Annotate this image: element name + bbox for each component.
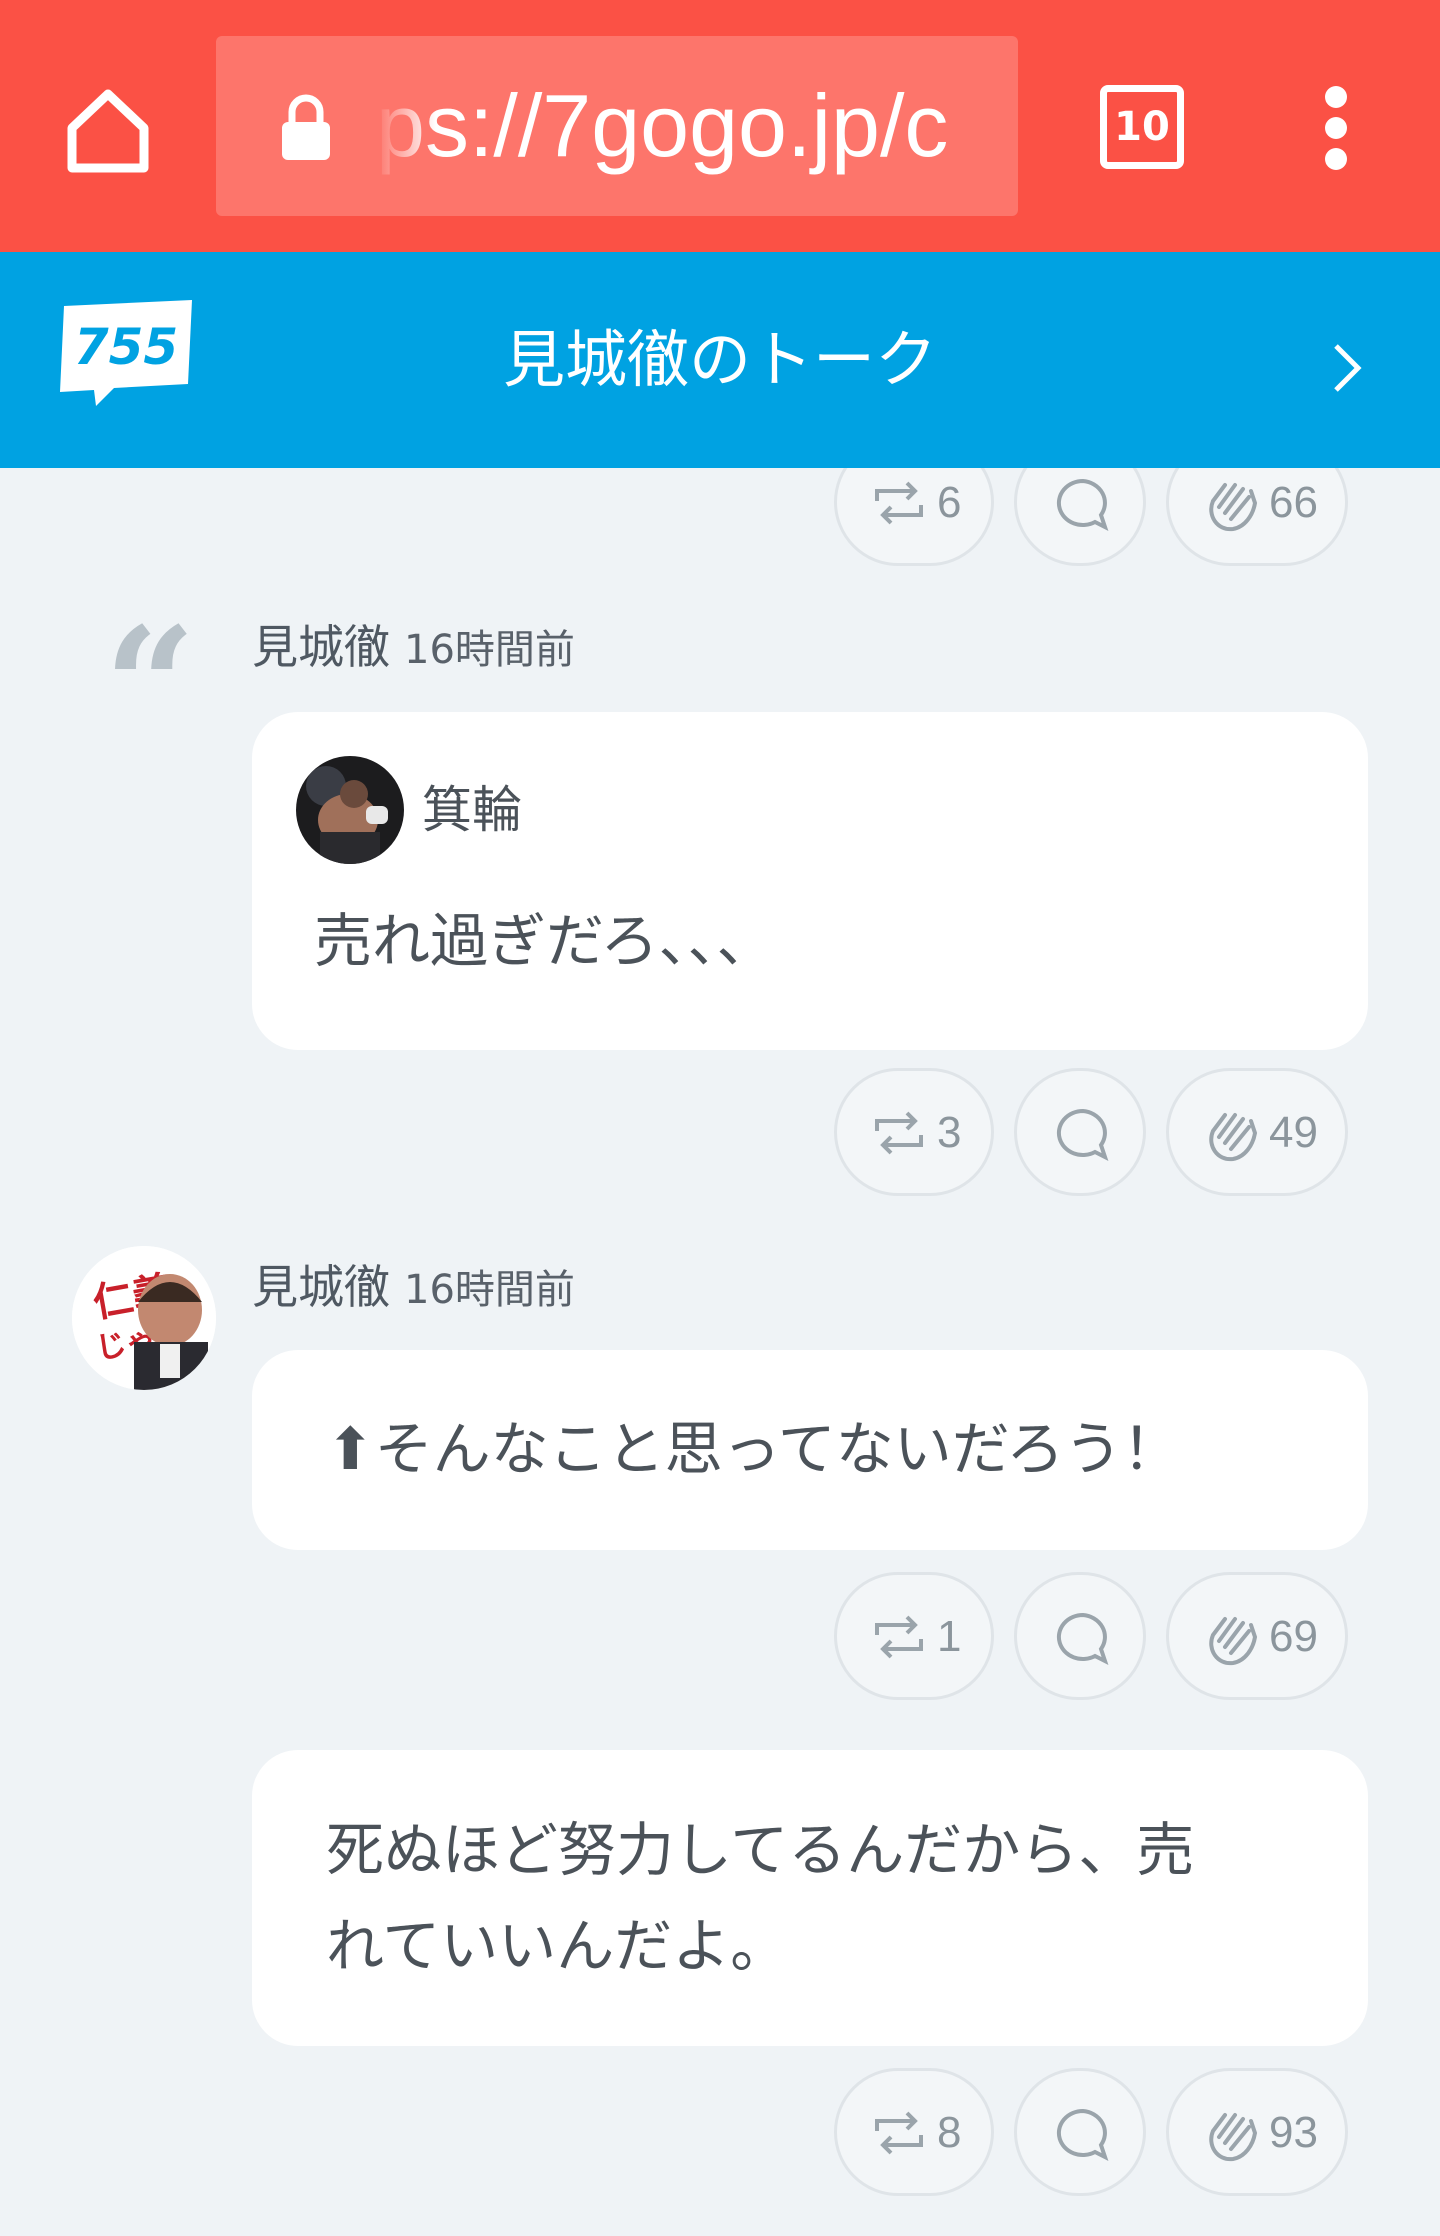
retweet-icon — [875, 2111, 923, 2155]
retweet-count: 3 — [937, 1108, 962, 1157]
chevron-right-icon[interactable] — [1322, 332, 1372, 402]
quote-icon: “ — [104, 592, 197, 780]
post-time: 16時間前 — [404, 627, 575, 673]
post-header: 見城徹 16時間前 — [252, 1252, 575, 1325]
lock-icon — [278, 92, 334, 162]
author-name[interactable]: 見城徹 — [252, 1260, 390, 1314]
page-title: 見城徹のトーク — [502, 323, 937, 396]
reply-button[interactable] — [1014, 1068, 1146, 1196]
reply-button[interactable] — [1014, 468, 1146, 566]
retweet-button[interactable]: 8 — [834, 2068, 994, 2196]
url-text[interactable]: ps://7gogo.jp/c — [376, 76, 996, 176]
comment-icon — [1056, 478, 1109, 531]
comment-icon — [1056, 1612, 1109, 1665]
clap-icon — [1209, 1113, 1258, 1162]
reply-button[interactable] — [1014, 2068, 1146, 2196]
post-actions: 8 93 — [834, 2068, 1354, 2200]
clap-count: 49 — [1269, 1108, 1318, 1157]
post-header: 見城徹 16時間前 — [252, 612, 575, 685]
reply-button[interactable] — [1014, 1572, 1146, 1700]
post-bubble[interactable]: ⬆︎そんなこと思ってないだろう！ — [252, 1350, 1368, 1550]
retweet-count: 1 — [937, 1612, 962, 1661]
address-bar[interactable]: ps://7gogo.jp/c — [216, 36, 1018, 216]
retweet-count: 8 — [937, 2108, 962, 2157]
retweet-count: 6 — [937, 478, 962, 527]
post-bubble[interactable]: 死ぬほど努力してるんだから、売 れていいんだよ。 — [252, 1750, 1368, 2046]
clap-button[interactable]: 69 — [1166, 1572, 1348, 1700]
retweet-icon — [875, 1615, 923, 1659]
clap-count: 66 — [1269, 478, 1318, 527]
clap-button[interactable]: 49 — [1166, 1068, 1348, 1196]
post-actions: 1 69 — [834, 1572, 1354, 1704]
clap-icon — [1209, 483, 1258, 532]
clap-button[interactable]: 66 — [1166, 468, 1348, 566]
browser-toolbar: ps://7gogo.jp/c 10 — [0, 0, 1440, 252]
home-icon[interactable] — [58, 80, 158, 180]
post-text: ⬆︎そんなこと思ってないだろう！ — [326, 1415, 1181, 1483]
clap-button[interactable]: 93 — [1166, 2068, 1348, 2196]
overflow-menu-icon[interactable] — [1310, 86, 1362, 170]
post-actions: 3 49 — [834, 1068, 1354, 1200]
post-actions: 6 66 — [834, 468, 1354, 570]
app-header: 755 見城徹のトーク — [0, 252, 1440, 468]
retweet-button[interactable]: 1 — [834, 1572, 994, 1700]
quoted-author-name[interactable]: 箕輪 — [422, 772, 522, 848]
comment-icon — [1056, 1108, 1109, 1161]
quoted-post-bubble[interactable]: 箕輪 売れ過ぎだろ、、、 — [252, 712, 1368, 1050]
author-avatar[interactable]: 仁義 じゃ — [72, 1246, 216, 1390]
author-name[interactable]: 見城徹 — [252, 620, 390, 674]
clap-icon — [1209, 1617, 1258, 1666]
retweet-icon — [875, 481, 923, 525]
post-time: 16時間前 — [404, 1267, 575, 1313]
post-text-line: れていいんだよ。 — [326, 1912, 789, 1980]
retweet-button[interactable]: 6 — [834, 468, 994, 566]
post-text-line: 死ぬほど努力してるんだから、売 — [326, 1816, 1195, 1884]
url-fade — [376, 76, 436, 176]
quoted-post-text: 売れ過ぎだろ、、、 — [314, 907, 775, 975]
clap-count: 69 — [1269, 1612, 1318, 1661]
retweet-button[interactable]: 3 — [834, 1068, 994, 1196]
comment-icon — [1056, 2108, 1109, 2161]
talk-feed[interactable]: 6 66 “ 見城徹 16時間前 箕輪 売れ過ぎだろ、、、 3 49 仁義 じゃ… — [0, 468, 1440, 2236]
clap-icon — [1209, 2113, 1258, 2162]
quoted-author-avatar[interactable] — [296, 756, 404, 864]
retweet-icon — [875, 1111, 923, 1155]
tab-switcher-button[interactable]: 10 — [1100, 85, 1184, 169]
clap-count: 93 — [1269, 2108, 1318, 2157]
